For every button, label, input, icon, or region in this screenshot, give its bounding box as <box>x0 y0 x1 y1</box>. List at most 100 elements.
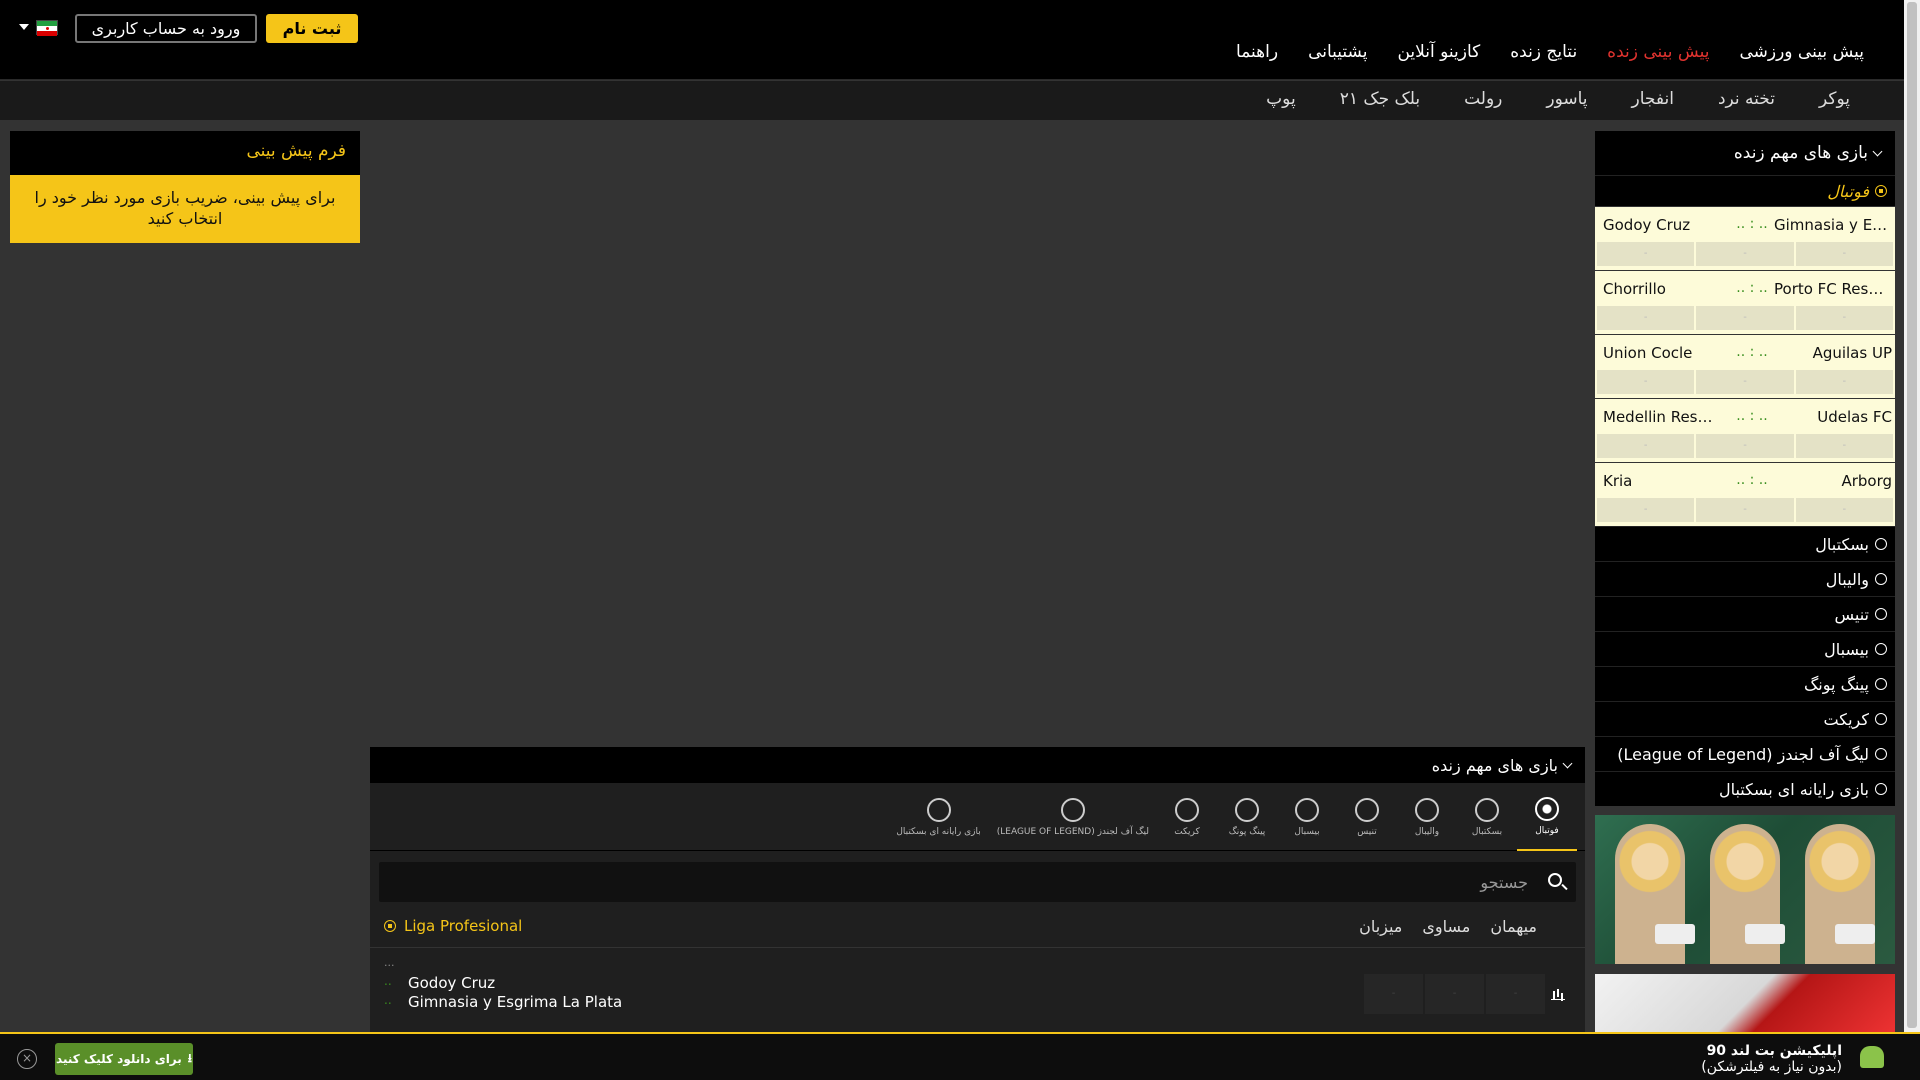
sidebar-title: بازی های مهم زنده <box>1733 143 1868 163</box>
scrollbar-thumb[interactable] <box>1907 2 1917 1028</box>
odd-button[interactable]: - <box>1597 434 1695 458</box>
nav-help[interactable]: راهنما <box>1236 42 1278 62</box>
odd-button[interactable]: - <box>1425 974 1484 1014</box>
stats-chart-icon[interactable] <box>1551 988 1565 1000</box>
sidebar-match[interactable]: Arborg .. : .. Kria --- <box>1595 462 1895 526</box>
sidebar-sport-football[interactable]: فوتبال <box>1595 175 1895 206</box>
tab-ebasketball[interactable]: بازی رایانه ای بسکتبال <box>888 783 988 851</box>
nav-sports-betting[interactable]: پیش بینی ورزشی <box>1739 42 1864 62</box>
sidebar-sport-volleyball[interactable]: والیبال <box>1595 561 1895 596</box>
baseball-icon <box>1875 643 1887 655</box>
tab-label: کریکت <box>1174 826 1200 837</box>
basketball-icon <box>1475 797 1499 822</box>
close-icon[interactable]: × <box>17 1049 37 1069</box>
nav-support[interactable]: پشتیبانی <box>1308 42 1367 62</box>
odd-button[interactable]: - <box>1696 242 1794 266</box>
live-sidebar: بازی های مهم زنده فوتبال Gimnasia y Esgr… <box>1595 131 1895 1034</box>
sidebar-match[interactable]: Porto FC Reserves .. : .. Chorrillo --- <box>1595 270 1895 334</box>
odd-button[interactable]: - <box>1597 306 1695 330</box>
tab-label: تنیس <box>1357 826 1377 837</box>
subnav-blackjack[interactable]: بلک جک ۲۱ <box>1340 89 1420 109</box>
odd-button[interactable]: - <box>1486 974 1545 1014</box>
main-nav: پیش بینی ورزشی پیش بینی زنده نتایج زنده … <box>1236 42 1864 62</box>
search-icon[interactable] <box>1548 873 1562 887</box>
odd-button[interactable]: - <box>1696 498 1794 522</box>
odd-button[interactable]: - <box>1696 434 1794 458</box>
team1-name: Godoy Cruz <box>408 974 496 992</box>
sidebar-match[interactable]: Udelas FC .. : .. Medellin Reserves --- <box>1595 398 1895 462</box>
esports-icon <box>926 797 951 822</box>
live-panel-header[interactable]: بازی های مهم زنده <box>370 747 1585 783</box>
sidebar-sport-cricket[interactable]: کریکت <box>1595 701 1895 736</box>
sidebar-sport-tennis[interactable]: تنیس <box>1595 596 1895 631</box>
odd-button[interactable]: - <box>1795 498 1893 522</box>
baseball-icon <box>1295 797 1319 822</box>
sport-label: پینگ پونگ <box>1803 674 1869 694</box>
subnav-poker[interactable]: پوکر <box>1819 89 1850 109</box>
football-icon <box>1875 185 1887 197</box>
subnav-roulette[interactable]: رولت <box>1464 89 1502 109</box>
subnav-pop[interactable]: پوپ <box>1266 89 1296 109</box>
register-button[interactable]: ثبت نام <box>266 14 358 43</box>
page-scrollbar[interactable] <box>1904 0 1920 1032</box>
language-dropdown-icon[interactable] <box>19 24 29 30</box>
odd-button[interactable]: - <box>1597 370 1695 394</box>
nav-online-casino[interactable]: کازینو آنلاین <box>1397 42 1480 62</box>
download-button[interactable]: ⭳ برای دانلود کلیک کنید <box>55 1043 193 1075</box>
tab-label: پینگ پونگ <box>1228 826 1266 837</box>
odd-button[interactable]: - <box>1795 306 1893 330</box>
league-header: Liga Profesional میهمان مساوی میزبان <box>370 902 1585 948</box>
game-time: ... <box>384 956 395 969</box>
odd-button[interactable]: - <box>1597 498 1695 522</box>
odd-button[interactable]: - <box>1795 370 1893 394</box>
league-name: Liga Profesional <box>404 917 523 935</box>
search-box <box>379 862 1576 902</box>
sidebar-match[interactable]: Aguilas UP .. : .. Union Cocle --- <box>1595 334 1895 398</box>
tab-volleyball[interactable]: والیبال <box>1397 783 1457 851</box>
subnav-crash[interactable]: انفجار <box>1632 89 1674 109</box>
sidebar-match[interactable]: Gimnasia y Esgrima La Plata .. : .. Godo… <box>1595 206 1895 270</box>
tab-tennis[interactable]: تنیس <box>1337 783 1397 851</box>
tab-basketball[interactable]: بسکتبال <box>1457 783 1517 851</box>
match-score: .. : .. <box>1736 280 1768 296</box>
odd-button[interactable]: - <box>1696 370 1794 394</box>
tab-lol[interactable]: لیگ آف لجندز (LEAGUE OF LEGEND) <box>989 783 1157 851</box>
col-home: میهمان <box>1490 917 1537 936</box>
subnav-pasur[interactable]: پاسور <box>1546 89 1587 109</box>
tab-cricket[interactable]: کریکت <box>1157 783 1217 851</box>
casino-promo-banner[interactable] <box>1595 815 1895 964</box>
match-home-team: Porto FC Reserves <box>1774 280 1892 298</box>
bet-form-message: برای پیش بینی، ضریب بازی مورد نظر خود را… <box>10 175 360 243</box>
match-score: .. : .. <box>1736 472 1768 488</box>
table-row[interactable]: ... .. Godoy Cruz .. Gimnasia y Esgrima … <box>370 948 1585 1018</box>
sidebar-sport-basketball[interactable]: بسکتبال <box>1595 526 1895 561</box>
iran-flag-icon[interactable] <box>36 20 58 36</box>
team2-score: .. <box>384 993 392 1007</box>
odd-button[interactable]: - <box>1597 242 1695 266</box>
sidebar-sport-lol[interactable]: لیگ آف لجندز (League of Legend) <box>1595 736 1895 771</box>
sidebar-sport-ping-pong[interactable]: پینگ پونگ <box>1595 666 1895 701</box>
odd-button[interactable]: - <box>1364 974 1423 1014</box>
sport-label: تنیس <box>1834 604 1869 624</box>
sidebar-sport-baseball[interactable]: بیسبال <box>1595 631 1895 666</box>
subnav-backgammon[interactable]: تخته نرد <box>1718 89 1775 109</box>
tab-football[interactable]: فوتبال <box>1517 783 1577 851</box>
tab-label: بسکتبال <box>1471 826 1503 837</box>
nav-live-results[interactable]: نتایج زنده <box>1510 42 1577 62</box>
search-input[interactable] <box>379 862 1576 902</box>
promo-banner-2[interactable] <box>1595 974 1895 1034</box>
odd-button[interactable]: - <box>1795 242 1893 266</box>
football-icon <box>1535 796 1559 821</box>
bet-form-title: فرم پیش بینی <box>10 131 360 175</box>
sport-label: کریکت <box>1823 709 1869 729</box>
login-button[interactable]: ورود به حساب کاربری <box>75 14 257 43</box>
odd-button[interactable]: - <box>1696 306 1794 330</box>
odd-button[interactable]: - <box>1795 434 1893 458</box>
live-panel-title: بازی های مهم زنده <box>1431 755 1558 775</box>
nav-live-betting[interactable]: پیش بینی زنده <box>1607 42 1709 62</box>
tab-baseball[interactable]: بیسبال <box>1277 783 1337 851</box>
sidebar-sport-ebasketball[interactable]: بازی رایانه ای بسکتبال <box>1595 771 1895 806</box>
tab-ping-pong[interactable]: پینگ پونگ <box>1217 783 1277 851</box>
app-subtitle: (بدون نیاز به فیلترشکن) <box>1701 1059 1842 1075</box>
sidebar-header[interactable]: بازی های مهم زنده <box>1595 131 1895 175</box>
